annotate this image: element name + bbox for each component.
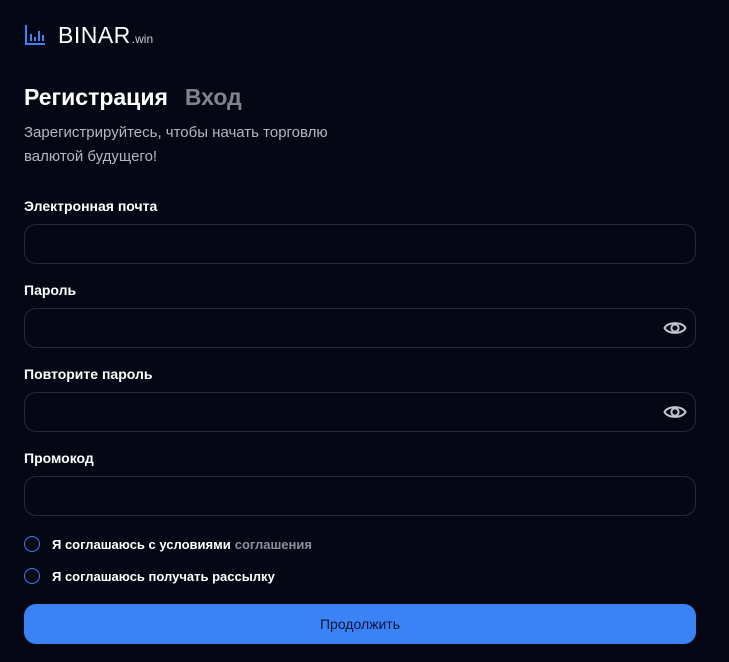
- promo-field[interactable]: [25, 477, 695, 515]
- bar-chart-icon: [25, 25, 45, 45]
- repeat-password-field-wrapper: [24, 392, 696, 432]
- newsletter-row: Я соглашаюсь получать рассылку: [24, 568, 275, 584]
- newsletter-text: Я соглашаюсь получать рассылку: [52, 568, 275, 584]
- brand-name: BINAR: [58, 21, 131, 48]
- email-field-wrapper: [24, 224, 696, 264]
- password-label: Пароль: [24, 282, 77, 298]
- logo[interactable]: BINAR .win: [24, 20, 153, 50]
- brand-suffix: .win: [131, 32, 154, 46]
- tab-register[interactable]: Регистрация: [24, 84, 168, 111]
- auth-tabs: Регистрация Вход: [24, 84, 242, 111]
- terms-row: Я соглашаюсь с условиями соглашения: [24, 536, 312, 552]
- eye-icon[interactable]: [663, 317, 687, 339]
- eye-icon[interactable]: [663, 401, 687, 423]
- password-field-wrapper: [24, 308, 696, 348]
- repeat-password-label: Повторите пароль: [24, 366, 153, 382]
- email-field[interactable]: [25, 225, 695, 263]
- email-label: Электронная почта: [24, 198, 158, 214]
- terms-checkbox[interactable]: [24, 536, 40, 552]
- newsletter-checkbox[interactable]: [24, 568, 40, 584]
- repeat-password-field[interactable]: [25, 393, 695, 431]
- terms-link[interactable]: соглашения: [235, 537, 312, 552]
- tab-login[interactable]: Вход: [185, 84, 242, 111]
- promo-label: Промокод: [24, 450, 94, 466]
- continue-button[interactable]: Продолжить: [24, 604, 696, 644]
- subtitle: Зарегистрируйтесь, чтобы начать торговлю…: [24, 124, 328, 165]
- password-field[interactable]: [25, 309, 695, 347]
- terms-text: Я соглашаюсь с условиями: [52, 536, 231, 552]
- promo-field-wrapper: [24, 476, 696, 516]
